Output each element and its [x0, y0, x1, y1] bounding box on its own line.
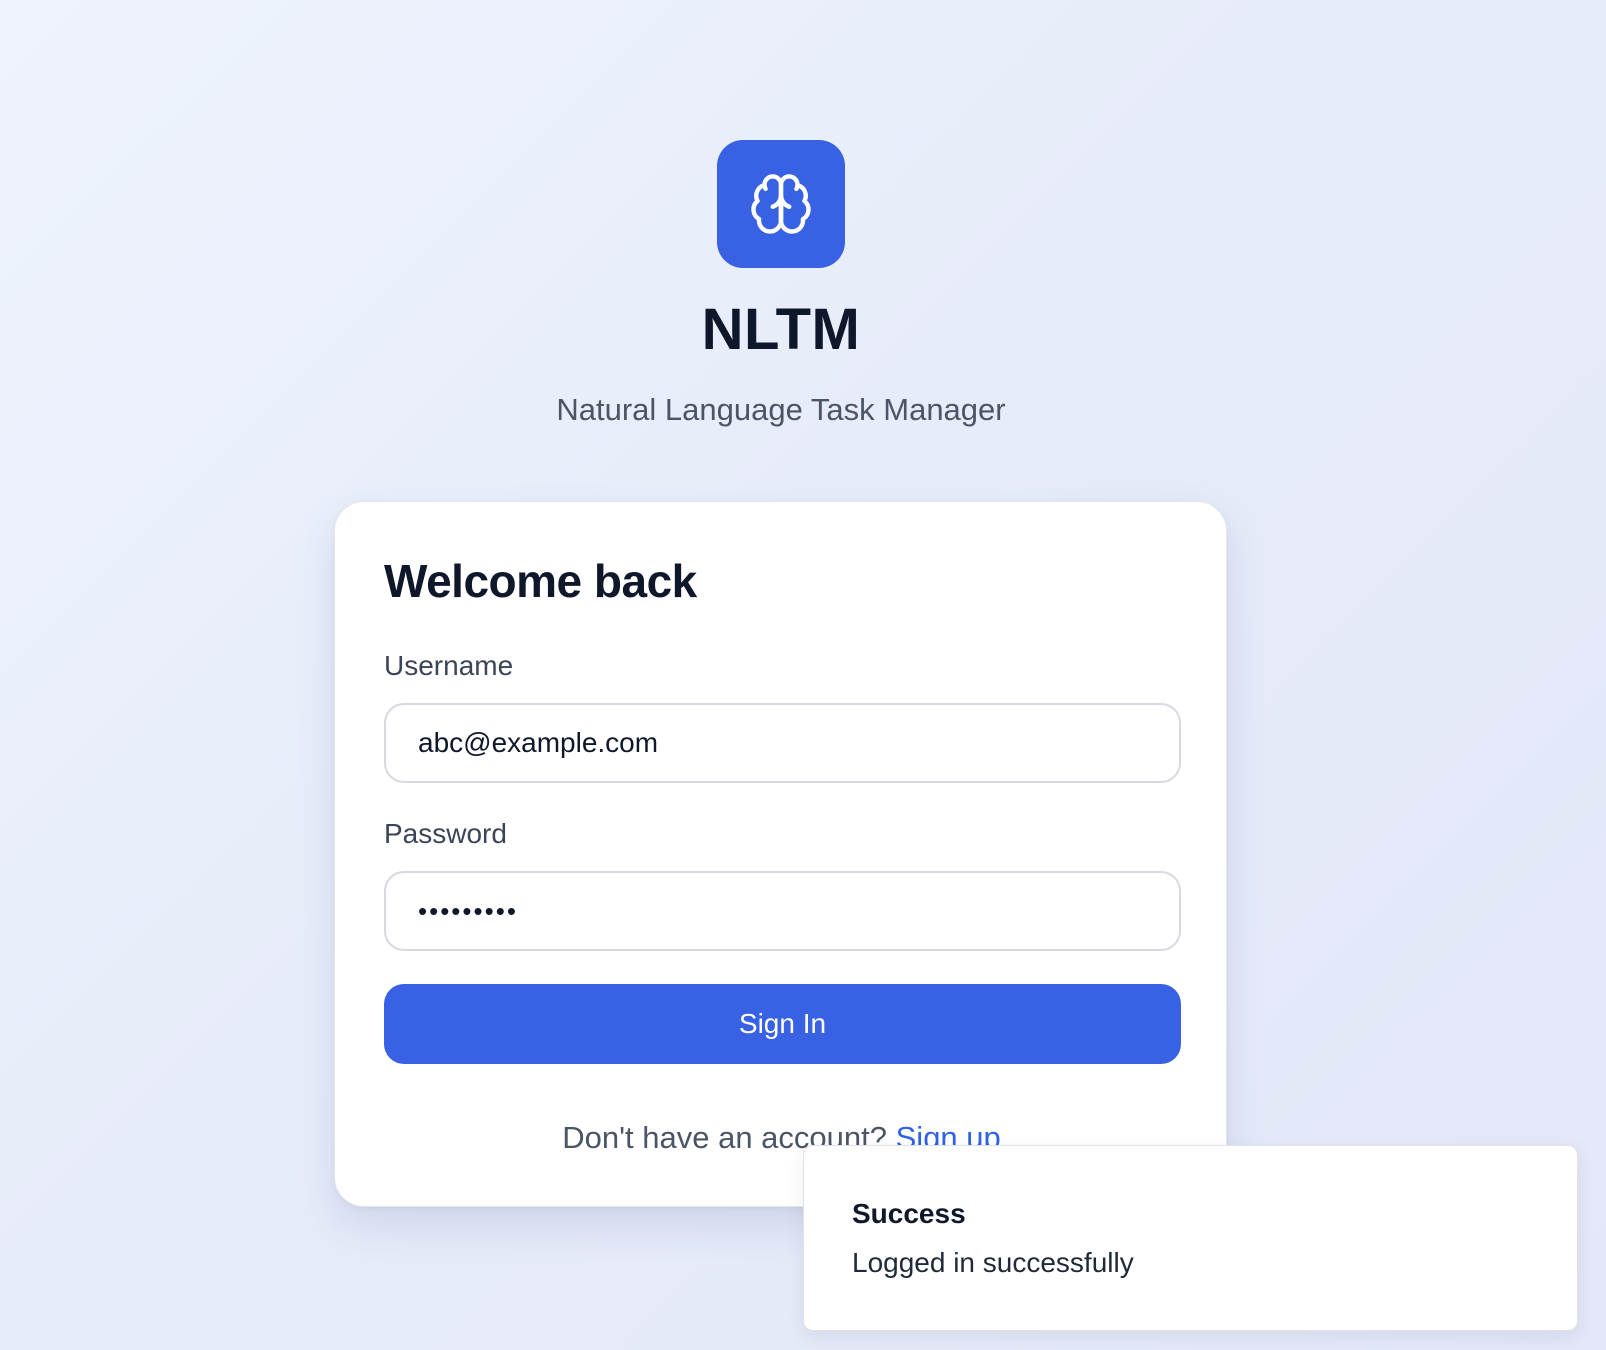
- toast-title: Success: [852, 1198, 966, 1229]
- login-card: Welcome back Username abc@example.com Pa…: [334, 501, 1227, 1207]
- password-input[interactable]: •••••••••: [384, 871, 1181, 951]
- username-input[interactable]: abc@example.com: [384, 703, 1181, 783]
- password-value: •••••••••: [418, 895, 518, 926]
- username-label: Username: [384, 650, 514, 681]
- password-label: Password: [384, 818, 507, 849]
- app-name: NLTM: [701, 297, 861, 362]
- card-title: Welcome back: [384, 555, 697, 607]
- username-value: abc@example.com: [418, 727, 659, 758]
- sign-in-button[interactable]: Sign In: [384, 984, 1181, 1064]
- app-tagline: Natural Language Task Manager: [556, 392, 1006, 427]
- app-logo: [717, 140, 845, 268]
- brain-icon: [751, 174, 811, 234]
- success-toast[interactable]: Success Logged in successfully: [803, 1145, 1578, 1331]
- toast-message: Logged in successfully: [852, 1247, 1134, 1278]
